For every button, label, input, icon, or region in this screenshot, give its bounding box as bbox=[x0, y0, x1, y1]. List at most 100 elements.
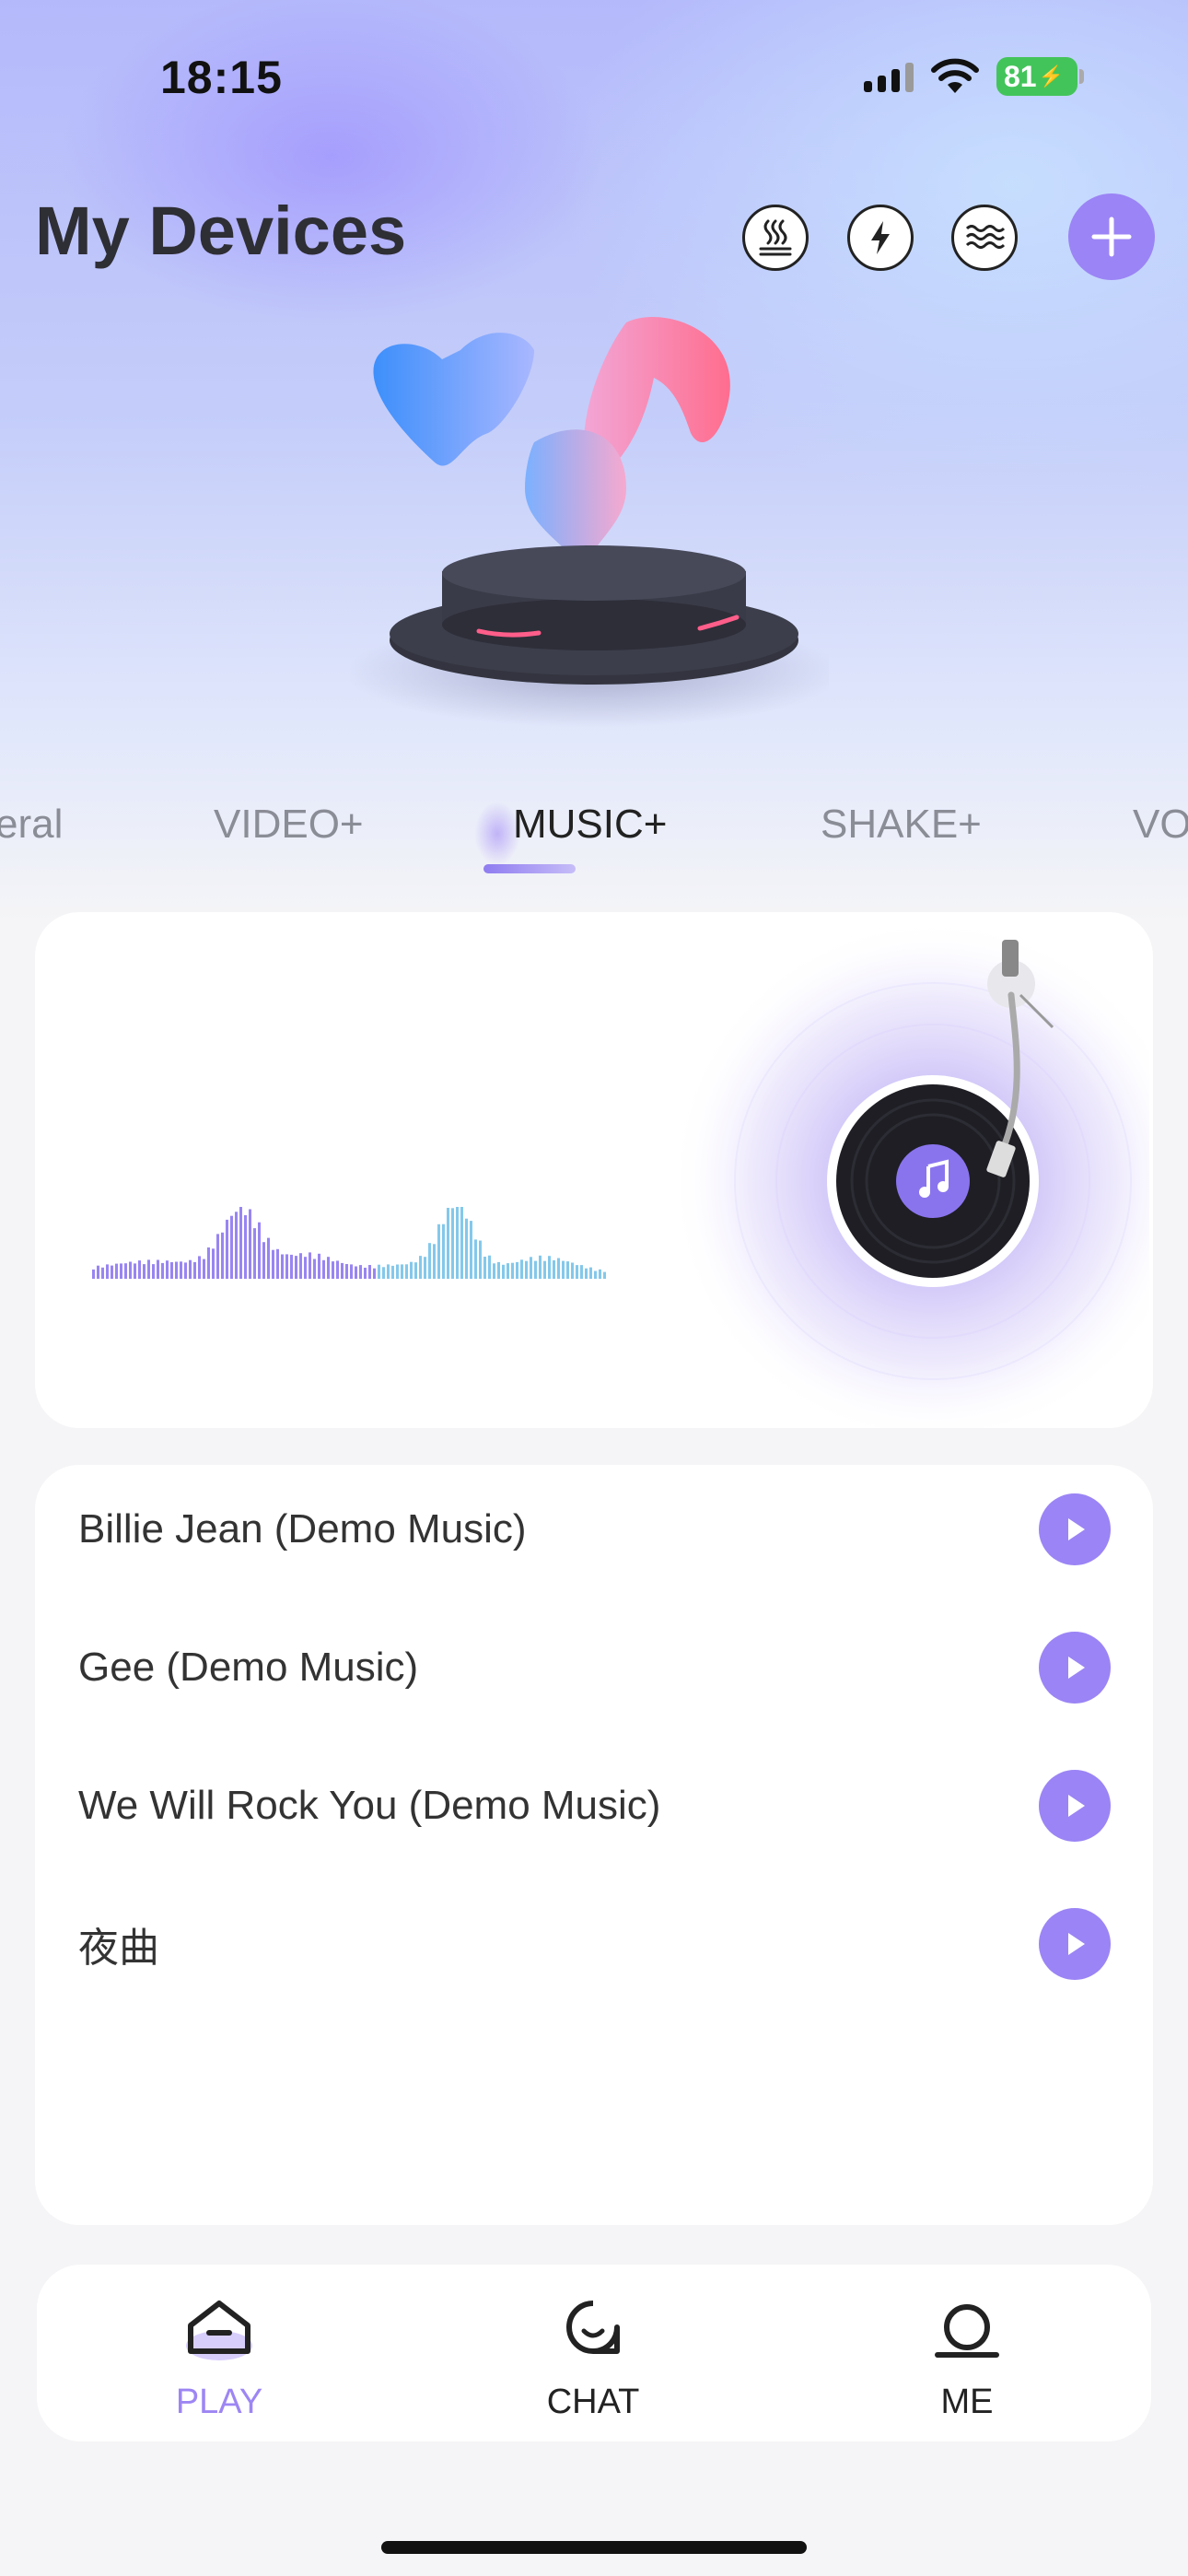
nav-label: CHAT bbox=[546, 2383, 640, 2421]
wave-mode-button[interactable] bbox=[951, 205, 1018, 271]
waveform-bar bbox=[161, 1262, 164, 1279]
waveform-bar bbox=[170, 1262, 173, 1279]
waveform-bar bbox=[589, 1267, 592, 1279]
waveform-bar bbox=[516, 1261, 518, 1279]
lightning-icon bbox=[871, 221, 890, 254]
waveform-bar bbox=[493, 1263, 495, 1279]
page-title: My Devices bbox=[35, 193, 407, 269]
waveform-bar bbox=[313, 1259, 316, 1279]
waveform-bar bbox=[548, 1256, 551, 1279]
waveform-bar bbox=[414, 1262, 417, 1279]
waveform-bar bbox=[424, 1257, 426, 1279]
song-row[interactable]: 夜曲 bbox=[35, 1893, 1153, 1995]
waveform-bar bbox=[571, 1262, 574, 1279]
waveform-bar bbox=[534, 1260, 537, 1279]
battery-icon: 81 ⚡ bbox=[996, 57, 1084, 96]
nav-play[interactable]: PLAY bbox=[118, 2265, 320, 2441]
status-indicators: 81 ⚡ bbox=[864, 57, 1084, 96]
waveform-bar bbox=[387, 1264, 390, 1279]
waveform-bar bbox=[345, 1264, 348, 1279]
waveform-bar bbox=[520, 1259, 523, 1279]
nav-label: ME bbox=[940, 2383, 994, 2421]
waveform-bar bbox=[106, 1264, 109, 1279]
waveform-bar bbox=[267, 1237, 270, 1279]
song-list: Billie Jean (Demo Music) Gee (Demo Music… bbox=[35, 1465, 1153, 2225]
waveform-bar bbox=[543, 1260, 546, 1279]
charging-bolt-icon: ⚡ bbox=[1038, 64, 1064, 88]
waveform-bar bbox=[442, 1224, 445, 1279]
waveform-bar bbox=[239, 1207, 242, 1279]
waveform-bar bbox=[101, 1267, 104, 1279]
waveform-bar bbox=[295, 1256, 297, 1279]
waveform-bar bbox=[198, 1256, 201, 1279]
waveform-bar bbox=[138, 1260, 141, 1279]
waveform-bar bbox=[576, 1265, 578, 1279]
waveform-bar bbox=[327, 1257, 330, 1279]
waveform-bar bbox=[166, 1260, 169, 1279]
waveform-bar bbox=[193, 1261, 196, 1279]
play-button[interactable] bbox=[1039, 1632, 1111, 1704]
waveform-bar bbox=[465, 1218, 468, 1279]
play-icon bbox=[1068, 1657, 1085, 1679]
song-row[interactable]: We Will Rock You (Demo Music) bbox=[35, 1755, 1153, 1856]
waveform-bar bbox=[507, 1263, 509, 1279]
waveform-bar bbox=[341, 1262, 344, 1279]
waveform-bar bbox=[502, 1264, 505, 1279]
waveform-bar bbox=[207, 1247, 210, 1279]
waveform-bar bbox=[272, 1249, 274, 1279]
waveform-bar bbox=[318, 1253, 320, 1279]
waveform-bar bbox=[474, 1239, 477, 1279]
waveform-bar bbox=[157, 1259, 159, 1279]
waveform-bar bbox=[180, 1261, 182, 1279]
mode-tabs: eral VIDEO+ MUSIC+ SHAKE+ VO bbox=[0, 802, 1188, 884]
waveform-bar bbox=[580, 1265, 583, 1279]
tab-general[interactable]: eral bbox=[0, 802, 63, 848]
waveform-bar bbox=[253, 1228, 256, 1279]
add-device-button[interactable] bbox=[1068, 193, 1155, 280]
song-row[interactable]: Gee (Demo Music) bbox=[35, 1617, 1153, 1718]
waveform-bar bbox=[557, 1258, 560, 1279]
tab-video[interactable]: VIDEO+ bbox=[214, 802, 364, 848]
waveform-bar bbox=[359, 1265, 362, 1279]
waveform-bar bbox=[299, 1253, 302, 1279]
song-title: Gee (Demo Music) bbox=[78, 1645, 419, 1690]
song-title: 夜曲 bbox=[78, 1926, 159, 1971]
waveform-bar bbox=[350, 1264, 353, 1279]
heat-mode-button[interactable] bbox=[742, 205, 809, 271]
nav-me[interactable]: ME bbox=[866, 2265, 1068, 2441]
signal-icon bbox=[864, 61, 914, 92]
waveform-bar bbox=[599, 1269, 601, 1279]
waveform-bar bbox=[497, 1261, 500, 1279]
turntable[interactable] bbox=[652, 912, 1149, 1428]
nav-chat[interactable]: CHAT bbox=[492, 2265, 694, 2441]
device-illustration bbox=[345, 304, 843, 737]
waveform-bar bbox=[309, 1252, 311, 1279]
status-time: 18:15 bbox=[160, 52, 283, 103]
waveform-bar bbox=[419, 1256, 422, 1279]
home-indicator[interactable] bbox=[381, 2541, 807, 2554]
waveform-bar bbox=[120, 1263, 122, 1279]
waveform-bar bbox=[111, 1265, 113, 1279]
waveform-bar bbox=[405, 1264, 408, 1279]
tab-music[interactable]: MUSIC+ bbox=[513, 802, 667, 848]
waveform-bar bbox=[97, 1265, 99, 1279]
waveform-bar bbox=[184, 1262, 187, 1279]
waveform-bar bbox=[124, 1263, 127, 1279]
waveform-bar bbox=[152, 1264, 155, 1279]
waveform-bar bbox=[460, 1207, 463, 1279]
play-button[interactable] bbox=[1039, 1493, 1111, 1565]
tab-voice[interactable]: VO bbox=[1133, 802, 1188, 848]
waveform-bar bbox=[221, 1232, 224, 1279]
waveform-bar bbox=[249, 1209, 251, 1279]
power-mode-button[interactable] bbox=[847, 205, 914, 271]
waveform-bar bbox=[235, 1212, 238, 1279]
waveform-bar bbox=[373, 1268, 376, 1279]
waveform-bar bbox=[594, 1270, 597, 1279]
play-button[interactable] bbox=[1039, 1770, 1111, 1842]
waveform-bar bbox=[364, 1268, 367, 1279]
song-row[interactable]: Billie Jean (Demo Music) bbox=[35, 1479, 1153, 1580]
waveform-bar bbox=[175, 1261, 178, 1279]
play-button[interactable] bbox=[1039, 1908, 1111, 1980]
play-icon bbox=[1068, 1518, 1085, 1540]
tab-shake[interactable]: SHAKE+ bbox=[821, 802, 982, 848]
